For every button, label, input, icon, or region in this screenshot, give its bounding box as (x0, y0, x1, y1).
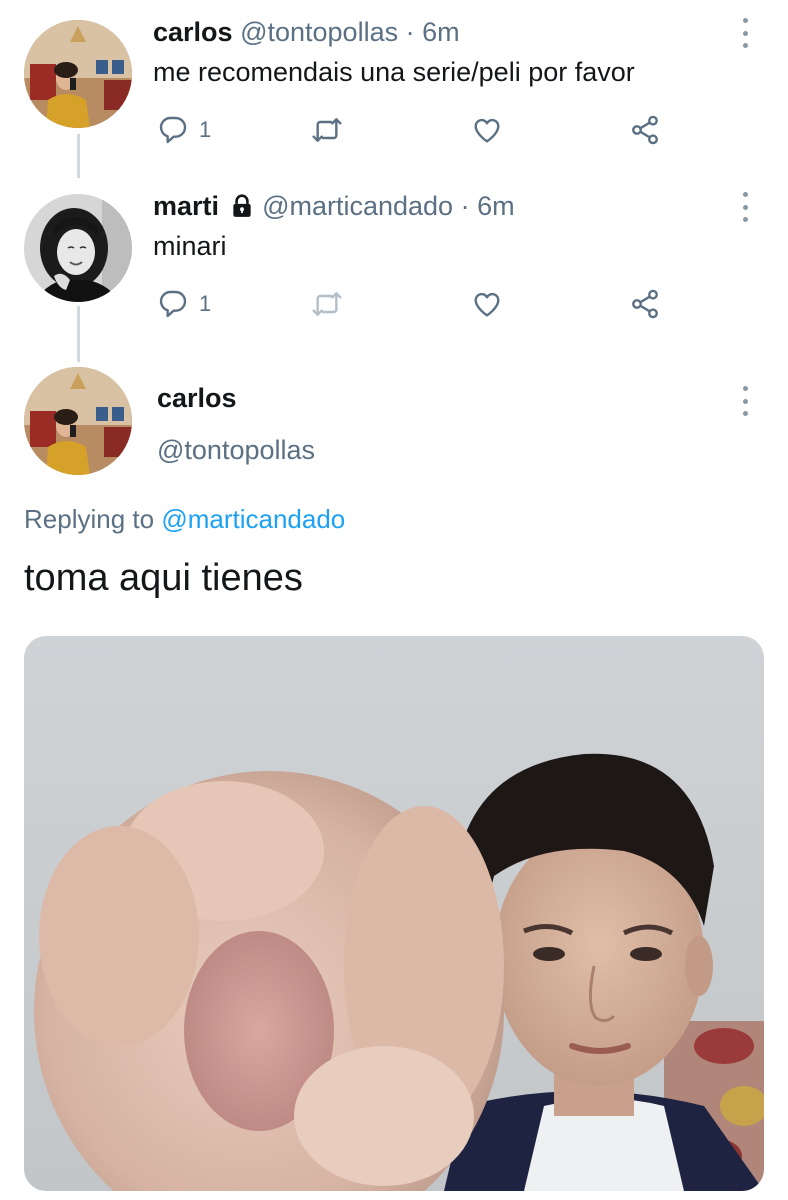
more-icon[interactable] (738, 386, 752, 416)
share-icon (632, 115, 658, 145)
author-handle[interactable]: @tontopollas (157, 434, 315, 466)
retweet-icon (312, 118, 342, 142)
author-name[interactable]: carlos (157, 382, 237, 414)
reply-count: 1 (199, 291, 212, 316)
timestamp[interactable]: 6m (477, 191, 515, 221)
tweet-header: marti @marticandado · 6m (153, 190, 515, 222)
tweet-header: carlos @tontopollas · 6m (153, 16, 460, 48)
main-tweet-text: toma aqui tienes (24, 557, 303, 599)
avatar[interactable] (24, 367, 132, 475)
separator: · (460, 191, 470, 221)
like-icon (474, 118, 500, 143)
author-handle[interactable]: @tontopollas (240, 17, 398, 47)
lock-icon (232, 194, 251, 217)
reply-icon (159, 116, 187, 144)
tweet-text: minari (153, 231, 227, 261)
author-name[interactable]: carlos (153, 17, 233, 47)
replying-to: Replying to @marticandado (24, 503, 345, 535)
avatar[interactable] (24, 20, 132, 128)
author-name[interactable]: marti (153, 191, 219, 221)
retweet-button[interactable] (311, 112, 343, 148)
replying-handle-link[interactable]: @marticandado (161, 504, 345, 534)
timestamp[interactable]: 6m (422, 17, 460, 47)
more-icon[interactable] (738, 18, 752, 48)
reply-button[interactable]: 1 (157, 286, 211, 322)
share-button[interactable] (629, 286, 661, 322)
like-button[interactable] (471, 112, 503, 148)
share-button[interactable] (629, 112, 661, 148)
thread-line (77, 134, 80, 178)
separator: · (405, 17, 415, 47)
like-button[interactable] (471, 286, 503, 322)
reply-icon (159, 290, 187, 318)
more-icon[interactable] (738, 192, 752, 222)
replying-prefix: Replying to (24, 504, 162, 534)
retweet-button (311, 286, 343, 322)
reply-button[interactable]: 1 (157, 112, 211, 148)
tweet-text: me recomendais una serie/peli por favor (153, 57, 635, 87)
retweet-icon (312, 292, 342, 316)
like-icon (474, 292, 500, 317)
thread-line (77, 306, 80, 362)
author-handle[interactable]: @marticandado (262, 191, 453, 221)
share-icon (632, 289, 658, 319)
avatar[interactable] (24, 194, 132, 302)
reply-count: 1 (199, 117, 212, 142)
tweet-photo[interactable] (24, 636, 764, 1191)
